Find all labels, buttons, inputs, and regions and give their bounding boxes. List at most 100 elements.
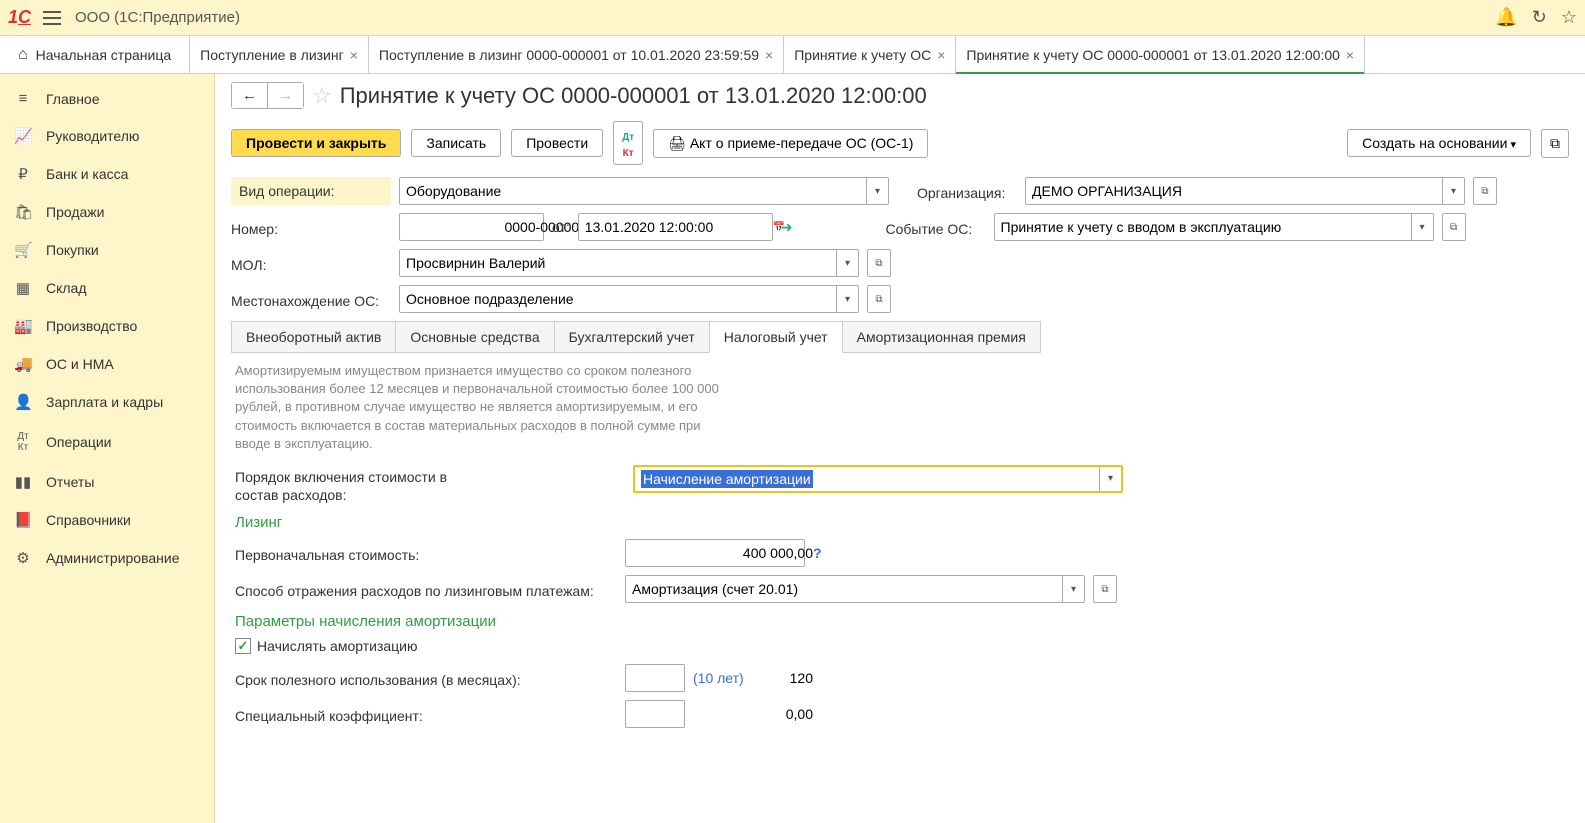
tab-tax[interactable]: Налоговый учет: [709, 321, 843, 353]
chart-icon: 📈: [14, 127, 32, 145]
post-button[interactable]: Провести: [511, 129, 603, 157]
dtkt-button[interactable]: ДтКт: [613, 121, 643, 165]
dropdown-icon[interactable]: ▾: [1442, 178, 1464, 204]
tab-accounting[interactable]: Бухгалтерский учет: [554, 321, 710, 353]
dropdown-icon[interactable]: ▾: [1099, 467, 1121, 491]
close-icon[interactable]: ×: [350, 47, 358, 63]
leasing-title: Лизинг: [235, 514, 1565, 531]
sidebar-item-salary[interactable]: 👤Зарплата и кадры: [0, 383, 214, 421]
order-value: Начисление амортизации: [641, 470, 813, 488]
org-select[interactable]: ▾: [1025, 177, 1465, 205]
sidebar-item-production[interactable]: 🏭Производство: [0, 307, 214, 345]
print-act-button[interactable]: 🖨 Акт о приеме-передаче ОС (ОС-1): [653, 129, 928, 158]
coef-input[interactable]: [625, 700, 685, 728]
close-icon[interactable]: ×: [1346, 47, 1354, 63]
initial-input[interactable]: [625, 539, 805, 567]
save-button[interactable]: Записать: [411, 129, 501, 157]
tab-bonus[interactable]: Амортизационная премия: [842, 321, 1041, 353]
amort-checkbox[interactable]: ✓: [235, 638, 251, 654]
event-select[interactable]: ▾: [994, 213, 1434, 241]
create-based-button[interactable]: Создать на основании: [1347, 129, 1531, 157]
tab-assets[interactable]: Основные средства: [395, 321, 554, 353]
help-icon[interactable]: ?: [813, 545, 822, 561]
mol-select[interactable]: ▾: [399, 249, 859, 277]
menu-burger-icon[interactable]: [43, 11, 61, 25]
person-icon: 👤: [14, 393, 32, 411]
sidebar: ≡Главное 📈Руководителю ₽Банк и касса 🛍Пр…: [0, 74, 215, 823]
dtkt-icon: ДтКт: [14, 431, 32, 453]
event-open-button[interactable]: ⧉: [1442, 213, 1466, 241]
cart-icon: 🛒: [14, 241, 32, 259]
dropdown-icon[interactable]: ▾: [866, 178, 888, 204]
sidebar-item-bank[interactable]: ₽Банк и касса: [0, 155, 214, 193]
book-icon: 📕: [14, 511, 32, 529]
amort-title: Параметры начисления амортизации: [235, 613, 1565, 630]
more-button[interactable]: ⧉: [1541, 129, 1569, 158]
close-icon[interactable]: ×: [765, 47, 773, 63]
history-icon[interactable]: ↻: [1532, 7, 1547, 28]
sidebar-item-manager[interactable]: 📈Руководителю: [0, 117, 214, 155]
window-tabs: ⌂ Начальная страница Поступление в лизин…: [0, 36, 1585, 74]
org-open-button[interactable]: ⧉: [1473, 177, 1497, 205]
life-input[interactable]: [625, 664, 685, 692]
expense-open-button[interactable]: ⧉: [1093, 575, 1117, 603]
op-type-label: Вид операции:: [231, 177, 391, 205]
sidebar-item-sales[interactable]: 🛍Продажи: [0, 193, 214, 231]
sidebar-item-operations[interactable]: ДтКтОперации: [0, 421, 214, 463]
op-type-select[interactable]: ▾: [399, 177, 889, 205]
nav-arrows: ← →: [231, 82, 304, 109]
page-title: Принятие к учету ОС 0000-000001 от 13.01…: [340, 83, 927, 109]
dropdown-icon[interactable]: ▾: [1411, 214, 1433, 240]
date-label: от:: [552, 219, 570, 235]
bag-icon: 🛍: [14, 203, 32, 221]
ruble-icon: ₽: [14, 165, 32, 183]
sidebar-item-reports[interactable]: ▮▮Отчеты: [0, 463, 214, 501]
sidebar-item-admin[interactable]: ⚙Администрирование: [0, 539, 214, 577]
event-label: Событие ОС:: [886, 218, 986, 237]
life-label: Срок полезного использования (в месяцах)…: [235, 669, 617, 688]
order-select[interactable]: Начисление амортизации ▾: [633, 465, 1123, 493]
loc-label: Местонахождение ОС:: [231, 290, 391, 309]
sidebar-item-assets[interactable]: 🚚ОС и НМА: [0, 345, 214, 383]
org-label: Организация:: [917, 182, 1017, 201]
initial-label: Первоначальная стоимость:: [235, 544, 617, 563]
mol-label: МОЛ:: [231, 254, 391, 273]
number-input[interactable]: [399, 213, 544, 241]
amort-calc-label: Начислять амортизацию: [257, 638, 418, 654]
dropdown-icon[interactable]: ▾: [836, 250, 858, 276]
logo-1c: 1C: [8, 7, 31, 28]
tab-item[interactable]: Принятие к учету ОС ×: [784, 36, 956, 73]
dropdown-icon[interactable]: ▾: [836, 286, 858, 312]
tab-home-label: Начальная страница: [36, 47, 171, 63]
tab-item[interactable]: Поступление в лизинг ×: [190, 36, 369, 73]
expense-select[interactable]: ▾: [625, 575, 1085, 603]
sidebar-item-main[interactable]: ≡Главное: [0, 80, 214, 117]
loc-open-button[interactable]: ⧉: [867, 285, 891, 313]
favorite-star-icon[interactable]: ☆: [312, 83, 332, 109]
coef-label: Специальный коэффициент:: [235, 705, 617, 724]
back-button[interactable]: ←: [232, 83, 268, 108]
tab-noncurrent[interactable]: Внеоборотный актив: [231, 321, 396, 353]
life-hint: (10 лет): [693, 670, 744, 686]
home-icon: ⌂: [18, 46, 28, 64]
tab-home[interactable]: ⌂ Начальная страница: [0, 36, 190, 73]
bell-icon[interactable]: 🔔: [1495, 7, 1517, 28]
post-close-button[interactable]: Провести и закрыть: [231, 129, 401, 157]
posted-icon: ➜: [781, 219, 793, 236]
grid-icon: ▦: [14, 279, 32, 297]
loc-select[interactable]: ▾: [399, 285, 859, 313]
tab-item[interactable]: Поступление в лизинг 0000-000001 от 10.0…: [369, 36, 784, 73]
order-label: Порядок включения стоимости в состав рас…: [235, 465, 455, 504]
forward-button[interactable]: →: [268, 83, 303, 108]
gear-icon: ⚙: [14, 549, 32, 567]
mol-open-button[interactable]: ⧉: [867, 249, 891, 277]
sidebar-item-purchases[interactable]: 🛒Покупки: [0, 231, 214, 269]
tab-item-active[interactable]: Принятие к учету ОС 0000-000001 от 13.01…: [956, 36, 1365, 73]
tab-content: Амортизируемым имуществом признается иму…: [231, 352, 1569, 746]
dropdown-icon[interactable]: ▾: [1062, 576, 1084, 602]
sidebar-item-stock[interactable]: ▦Склад: [0, 269, 214, 307]
star-icon[interactable]: ☆: [1561, 7, 1577, 28]
sidebar-item-refs[interactable]: 📕Справочники: [0, 501, 214, 539]
date-input[interactable]: 📅: [578, 213, 773, 241]
close-icon[interactable]: ×: [937, 47, 945, 63]
